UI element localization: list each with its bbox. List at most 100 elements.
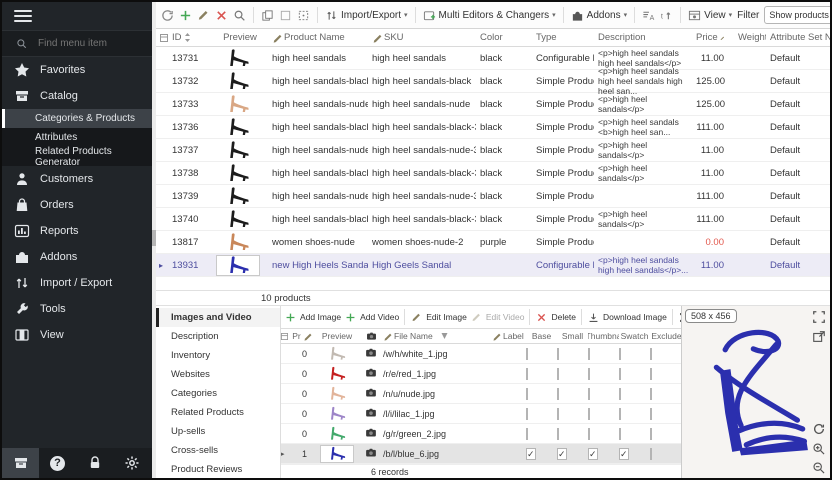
base-checkbox[interactable] (526, 348, 528, 360)
cell-swatch[interactable] (619, 429, 650, 439)
thumbnail-checkbox[interactable] (588, 408, 590, 420)
cell-base[interactable] (526, 349, 557, 359)
thumbnail-checkbox[interactable] (588, 348, 590, 360)
cell-small[interactable] (557, 409, 588, 419)
col-header-weight[interactable]: Weight (734, 32, 766, 43)
swatch-checkbox[interactable] (619, 368, 621, 380)
menu-hamburger-icon[interactable] (14, 7, 32, 25)
cell-camera[interactable] (359, 347, 383, 361)
sidebar-item-catalog[interactable]: Catalog (2, 83, 152, 109)
store-button[interactable] (2, 448, 39, 478)
swatch-checkbox[interactable] (619, 348, 621, 360)
thumbnail-checkbox[interactable]: ✓ (588, 448, 598, 460)
detail-tab[interactable]: Images and Video (156, 308, 280, 327)
sidebar-item-tools[interactable]: Tools (2, 296, 152, 322)
lock-button[interactable] (76, 448, 113, 478)
exclude-checkbox[interactable] (650, 368, 652, 380)
sidebar-item-categories-products[interactable]: Categories & Products (2, 109, 152, 128)
detail-tab[interactable]: Up-sells (156, 422, 280, 441)
image-row[interactable]: 0 /n/u/nude.jpg (281, 384, 681, 404)
col-header-price[interactable]: Price (692, 32, 734, 43)
col-header-image-preview[interactable]: Preview (315, 331, 359, 341)
cell-thumbnail[interactable] (588, 369, 619, 379)
table-row[interactable]: 13739 high heel sandals-nude-37 high hee… (156, 185, 830, 208)
splitter-handle[interactable] (152, 230, 156, 246)
cell-exclude[interactable] (650, 449, 681, 459)
sidebar-item-favorites[interactable]: Favorites (2, 57, 152, 83)
sidebar-item-orders[interactable]: Orders (2, 192, 152, 218)
cell-exclude[interactable] (650, 389, 681, 399)
table-row[interactable]: 13738 high heel sandals-black-37 high he… (156, 162, 830, 185)
table-row[interactable]: 13737 high heel sandals-nude-36 high hee… (156, 139, 830, 162)
sidebar-item-view[interactable]: View (2, 322, 152, 348)
sidebar-item-addons[interactable]: Addons (2, 244, 152, 270)
small-checkbox[interactable] (557, 368, 559, 380)
cell-thumbnail[interactable] (588, 349, 619, 359)
exclude-checkbox[interactable] (650, 388, 652, 400)
image-row[interactable]: 0 /g/r/green_2.jpg (281, 424, 681, 444)
cell-exclude[interactable] (650, 369, 681, 379)
cell-thumbnail[interactable]: ✓ (588, 449, 619, 459)
base-checkbox[interactable] (526, 368, 528, 380)
col-header-id[interactable]: ID (168, 32, 208, 43)
cell-base[interactable]: ✓ (526, 449, 557, 459)
table-row[interactable]: 13731 high heel sandals high heel sandal… (156, 47, 830, 70)
cell-exclude[interactable] (650, 409, 681, 419)
view-menu[interactable]: View▾ (688, 9, 732, 22)
small-checkbox[interactable]: ✓ (557, 448, 567, 460)
detail-tab[interactable]: Related Products (156, 403, 280, 422)
detail-tab[interactable]: Description (156, 327, 280, 346)
small-checkbox[interactable] (557, 428, 559, 440)
cell-swatch[interactable]: ✓ (619, 449, 650, 459)
sidebar-item-import-export[interactable]: Import / Export (2, 270, 152, 296)
table-row[interactable]: 13817 women shoes-nude women shoes-nude-… (156, 231, 830, 254)
col-header-preview[interactable]: Preview (208, 32, 268, 43)
image-row[interactable]: 0 /l/i/lilac_1.jpg (281, 404, 681, 424)
cell-camera[interactable] (359, 427, 383, 441)
cell-swatch[interactable] (619, 369, 650, 379)
swatch-checkbox[interactable] (619, 428, 621, 440)
col-header-position[interactable]: Pr (289, 331, 315, 341)
thumbnail-checkbox[interactable] (588, 428, 590, 440)
swatch-checkbox[interactable]: ✓ (619, 448, 629, 460)
thumbnail-checkbox[interactable] (588, 368, 590, 380)
add-video-button[interactable]: Add Video (344, 312, 399, 323)
cell-camera[interactable] (359, 407, 383, 421)
col-header-small[interactable]: Small (557, 331, 588, 341)
cell-thumbnail[interactable] (588, 389, 619, 399)
cell-camera[interactable] (359, 387, 383, 401)
col-header-thumbnail[interactable]: Thumbna (588, 331, 619, 341)
sidebar-item-related-products-generator[interactable]: Related Products Generator (2, 147, 152, 166)
thumbnail-checkbox[interactable] (588, 388, 590, 400)
translate-button[interactable]: t (660, 9, 673, 22)
cell-thumbnail[interactable] (588, 409, 619, 419)
column-chooser-icon[interactable] (156, 34, 168, 42)
col-header-attribute-set[interactable]: Attribute Set Name (766, 32, 830, 43)
cell-swatch[interactable] (619, 409, 650, 419)
help-button[interactable]: ? (39, 448, 76, 478)
sidebar-item-attributes[interactable]: Attributes (2, 128, 152, 147)
col-header-color[interactable]: Color (476, 32, 532, 43)
edit-button[interactable] (197, 9, 210, 22)
import-export-menu[interactable]: Import/Export▾ (325, 9, 408, 22)
exclude-checkbox[interactable] (650, 348, 652, 360)
cell-base[interactable] (526, 409, 557, 419)
image-row[interactable]: 0 /r/e/red_1.jpg (281, 364, 681, 384)
addons-menu[interactable]: Addons▾ (571, 9, 627, 22)
cell-small[interactable] (557, 369, 588, 379)
swatch-checkbox[interactable] (619, 388, 621, 400)
small-checkbox[interactable] (557, 408, 559, 420)
sidebar-item-customers[interactable]: Customers (2, 166, 152, 192)
cell-base[interactable] (526, 429, 557, 439)
multi-editors-menu[interactable]: Multi Editors & Changers▾ (423, 9, 556, 22)
open-external-button[interactable] (812, 330, 826, 344)
cell-camera[interactable] (359, 447, 383, 461)
base-checkbox[interactable] (526, 388, 528, 400)
refresh-button[interactable] (161, 9, 174, 22)
col-header-type[interactable]: Type (532, 32, 594, 43)
delete-button[interactable] (215, 9, 228, 22)
table-row[interactable]: 13736 high heel sandals-black-36 high he… (156, 116, 830, 139)
col-header-label[interactable]: Label (492, 331, 526, 341)
col-header-exclude[interactable]: Exclude (650, 331, 681, 341)
cell-exclude[interactable] (650, 349, 681, 359)
